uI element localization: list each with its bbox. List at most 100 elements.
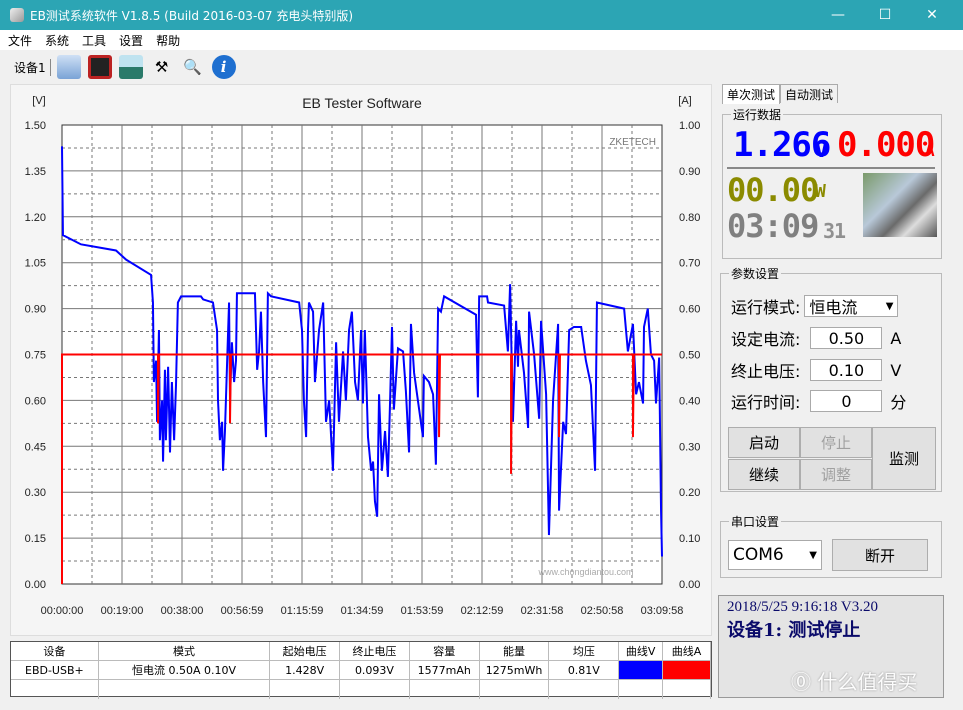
cutoff-voltage-input[interactable]: 0.10: [810, 359, 883, 381]
device-tab[interactable]: 设备1: [14, 58, 51, 76]
y-tick-left: 1.05: [25, 258, 46, 270]
search-icon[interactable]: 🔍: [181, 55, 205, 79]
mode-value: 恒电流: [809, 298, 858, 317]
table-header: 设备 模式 起始电压 终止电压 容量 能量 均压 曲线V 曲线A: [11, 642, 711, 661]
x-tick-label: 01:15:59: [281, 605, 324, 617]
x-tick-label: 01:34:59: [341, 605, 384, 617]
empty-cell: [619, 680, 664, 699]
continue-button[interactable]: 继续: [728, 459, 800, 490]
empty-cell: [549, 680, 620, 699]
current-input[interactable]: 0.50: [810, 327, 883, 349]
disconnect-button[interactable]: 断开: [832, 539, 928, 571]
table-header-cell-2: 起始电压: [270, 642, 341, 660]
y-tick-right: 0.70: [679, 258, 700, 270]
com-port-value: COM6: [733, 545, 784, 565]
table-cell-4: 1577mAh: [410, 661, 480, 679]
chongdiantou-watermark: www.chongdiantou.com: [537, 567, 633, 577]
x-tick-label: 02:31:58: [521, 605, 564, 617]
table-header-cell-7: 曲线V: [619, 642, 664, 660]
table-header-cell-5: 能量: [480, 642, 550, 660]
voltage-unit: V: [816, 141, 827, 162]
tab-auto-test[interactable]: 自动测试: [780, 84, 839, 103]
y-tick-left: 1.50: [25, 120, 46, 132]
cutoff-voltage-unit: V: [890, 360, 902, 380]
table-header-cell-6: 均压: [549, 642, 620, 660]
chart-panel: 0.00 0.15 0.30 0.45 0.60 0.75 0.90 1.05 1.20 1.35…: [10, 84, 712, 636]
menu-help[interactable]: 帮助: [156, 32, 180, 49]
empty-cell: [270, 680, 341, 699]
table-cell-6: 0.81V: [549, 661, 620, 679]
cutoff-voltage-label: 终止电压:: [731, 362, 801, 381]
x-tick-label: 00:38:00: [161, 605, 204, 617]
y-tick-left: 0.00: [25, 579, 46, 591]
serial-label: 串口设置: [729, 513, 782, 530]
empty-cell: [480, 680, 550, 699]
y-tick-left: 1.20: [25, 212, 46, 224]
power-unit: W: [815, 181, 826, 202]
tab-single-test[interactable]: 单次测试: [722, 84, 781, 104]
menu-bar: 文件 系统 工具 设置 帮助: [0, 30, 963, 50]
info-icon[interactable]: i: [211, 55, 236, 79]
run-data-label: 运行数据: [731, 106, 784, 123]
table-header-cell-0: 设备: [11, 642, 99, 660]
y-tick-left: 0.60: [25, 395, 46, 407]
run-time-input[interactable]: 0: [810, 390, 883, 412]
table-cell-2: 1.428V: [270, 661, 341, 679]
x-tick-label: 00:19:00: [101, 605, 144, 617]
table-row[interactable]: EBD-USB+ 恒电流 0.50A 0.10V 1.428V 0.093V 1577m…: [11, 661, 711, 680]
x-tick-label: 02:50:58: [581, 605, 624, 617]
table-row-empty: [11, 680, 711, 699]
y-tick-right: 0.60: [679, 304, 700, 316]
mode-select[interactable]: 恒电流 ▼: [804, 295, 899, 317]
table-cell-5: 1275mWh: [480, 661, 550, 679]
tools-icon[interactable]: ⚒: [150, 55, 174, 79]
curve-a-color: [663, 661, 711, 679]
y-tick-right: 0.80: [679, 212, 700, 224]
y-tick-right: 0.30: [679, 441, 700, 453]
x-tick-label: 00:56:59: [221, 605, 264, 617]
empty-cell: [340, 680, 410, 699]
status-box: 2018/5/25 9:16:18 V3.20 设备1: 测试停止 ⓪ 什么值得…: [718, 595, 944, 698]
power-readout: 00.00: [727, 171, 819, 209]
y-tick-left: 0.15: [25, 533, 46, 545]
cat-photo: [863, 173, 937, 237]
chevron-down-icon: ▼: [809, 549, 817, 561]
chart-title: EB Tester Software: [302, 95, 422, 111]
menu-settings[interactable]: 设置: [119, 32, 143, 49]
x-tick-label: 00:00:00: [41, 605, 84, 617]
y-tick-right: 0.20: [679, 487, 700, 499]
y-tick-right: 0.10: [679, 533, 700, 545]
menu-system[interactable]: 系统: [45, 32, 69, 49]
table-cell-1: 恒电流 0.50A 0.10V: [99, 661, 271, 679]
run-time-label: 运行时间:: [731, 393, 801, 412]
y-tick-left: 0.90: [25, 304, 46, 316]
params-group: 参数设置 运行模式: 恒电流 ▼ 设定电流: 0.50 A 终止电压: 0.10 …: [720, 265, 942, 492]
menu-file[interactable]: 文件: [8, 32, 32, 49]
curve-v-color: [619, 661, 664, 679]
app-icon: [10, 8, 24, 22]
com-port-select[interactable]: COM6 ▼: [728, 540, 822, 570]
monitor-button[interactable]: 监测: [872, 427, 936, 490]
y-tick-right: 0.40: [679, 395, 700, 407]
start-button[interactable]: 启动: [728, 427, 800, 458]
minimize-button[interactable]: —: [815, 0, 861, 30]
maximize-button[interactable]: ☐: [862, 0, 908, 30]
menu-tools[interactable]: 工具: [82, 32, 106, 49]
y-tick-left: 0.30: [25, 487, 46, 499]
title-bar: EB测试系统软件 V1.8.5 (Build 2016-03-07 充电头特别版…: [0, 0, 963, 30]
adjust-button[interactable]: 调整: [800, 459, 872, 490]
picture-icon[interactable]: [118, 55, 143, 79]
stop-button[interactable]: 停止: [800, 427, 872, 458]
empty-cell: [663, 680, 711, 699]
x-tick-label: 02:12:59: [461, 605, 504, 617]
y-axis-label-left: [V]: [32, 95, 45, 107]
close-button[interactable]: ✕: [909, 0, 955, 30]
y-tick-right: 0.50: [679, 350, 700, 362]
save-icon[interactable]: [87, 55, 112, 79]
table-header-cell-4: 容量: [410, 642, 480, 660]
table-cell-3: 0.093V: [340, 661, 410, 679]
y-tick-right: 0.90: [679, 166, 700, 178]
table-header-cell-1: 模式: [99, 642, 271, 660]
y-tick-right: 0.00: [679, 579, 700, 591]
folder-icon[interactable]: [56, 55, 81, 79]
